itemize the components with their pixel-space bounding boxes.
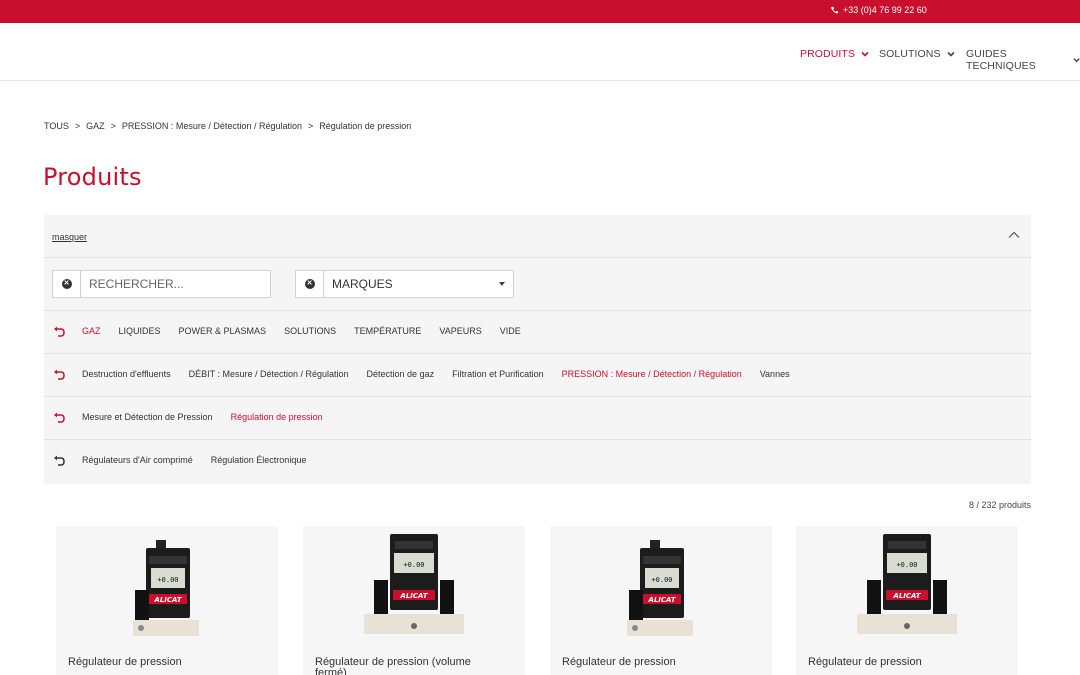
product-image: +0.00 ALICAT: [133, 540, 199, 636]
nav-solutions-label: SOLUTIONS: [879, 48, 941, 60]
undo-icon[interactable]: [53, 326, 66, 338]
clear-search-button[interactable]: ✕: [53, 271, 81, 297]
product-name[interactable]: Régulateur de pression (volume fermé): [315, 657, 505, 675]
breadcrumb-item[interactable]: TOUS: [44, 121, 69, 131]
nav-guides[interactable]: GUIDES TECHNIQUES: [966, 48, 1080, 72]
product-image: +0.00 ALICAT: [364, 534, 464, 634]
display-readout: +0.00: [651, 576, 672, 584]
product-name[interactable]: Régulateur de pression: [562, 657, 752, 668]
search-field: ✕ RECHERCHER...: [52, 270, 271, 298]
category-filter-item[interactable]: Régulateurs d'Air comprimé: [82, 455, 193, 465]
main-nav: PRODUITS SOLUTIONS GUIDES TECHNIQUES: [0, 23, 1080, 81]
category-filter-item[interactable]: Détection de gaz: [367, 369, 435, 379]
category-filter-item[interactable]: LIQUIDES: [119, 326, 161, 336]
clear-brands-button[interactable]: ✕: [296, 271, 324, 297]
undo-icon[interactable]: [53, 455, 66, 467]
search-input[interactable]: RECHERCHER...: [81, 277, 184, 291]
brands-select-value: MARQUES: [332, 277, 393, 291]
category-filter-item[interactable]: Vannes: [760, 369, 790, 379]
category-list: Mesure et Détection de Pression Régulatio…: [82, 412, 323, 422]
undo-icon[interactable]: [53, 369, 66, 381]
category-row-2: Destruction d'effluents DÉBIT : Mesure / …: [44, 354, 1031, 397]
nav-solutions[interactable]: SOLUTIONS: [879, 48, 955, 60]
category-filter-item[interactable]: VIDE: [500, 326, 521, 336]
phone-link[interactable]: +33 (0)4 76 99 22 60: [830, 5, 927, 15]
phone-icon: [830, 6, 839, 13]
category-filter-item[interactable]: TEMPÉRATURE: [354, 326, 421, 336]
results-count: 8 / 232 produits: [968, 500, 1031, 510]
product-name[interactable]: Régulateur de pression: [808, 657, 998, 668]
breadcrumb-separator: >: [307, 121, 314, 131]
filter-search-row: ✕ RECHERCHER... ✕ MARQUES: [44, 258, 1031, 311]
product-card[interactable]: +0.00 ALICAT Régulateur de pression (vol…: [303, 526, 525, 675]
display-readout: +0.00: [403, 561, 424, 569]
breadcrumb-current: Régulation de pression: [319, 121, 412, 131]
category-filter-item[interactable]: GAZ: [82, 326, 101, 336]
product-image: +0.00 ALICAT: [627, 540, 693, 636]
category-list: Destruction d'effluents DÉBIT : Mesure / …: [82, 369, 790, 379]
nav-guides-label: GUIDES TECHNIQUES: [966, 48, 1036, 72]
page-title: Produits: [43, 163, 142, 191]
brand-logo-text: ALICAT: [153, 596, 182, 604]
category-filter-item[interactable]: Régulation Électronique: [211, 455, 307, 465]
category-row-1: GAZ LIQUIDES POWER & PLASMAS SOLUTIONS TEMPÉ…: [44, 311, 1031, 354]
category-row-4: Régulateurs d'Air comprimé Régulation Éle…: [44, 440, 1031, 483]
hide-filters-link[interactable]: masquer: [52, 232, 87, 242]
product-card[interactable]: +0.00 ALICAT Régulateur de pression: [550, 526, 772, 675]
filter-header: masquer: [44, 215, 1031, 258]
breadcrumb: TOUS > GAZ > PRESSION : Mesure / Détecti…: [44, 121, 411, 131]
category-filter-item[interactable]: Filtration et Purification: [452, 369, 544, 379]
category-row-3: Mesure et Détection de Pression Régulatio…: [44, 397, 1031, 440]
clear-icon: ✕: [61, 279, 72, 289]
undo-icon[interactable]: [53, 412, 66, 424]
nav-produits[interactable]: PRODUITS: [800, 48, 869, 60]
chevron-down-icon: [947, 51, 955, 57]
product-image: +0.00 ALICAT: [857, 534, 957, 634]
breadcrumb-item[interactable]: PRESSION : Mesure / Détection / Régulati…: [122, 121, 302, 131]
category-filter-item[interactable]: SOLUTIONS: [284, 326, 336, 336]
breadcrumb-separator: >: [74, 121, 81, 131]
breadcrumb-separator: >: [110, 121, 116, 131]
category-filter-item[interactable]: Mesure et Détection de Pression: [82, 412, 213, 422]
filter-panel: masquer ✕ RECHERCHER... ✕ MARQUES GAZ LIQ…: [44, 215, 1031, 484]
dropdown-arrow-icon: [499, 282, 505, 286]
brand-logo-text: ALICAT: [399, 592, 428, 600]
display-readout: +0.00: [157, 576, 178, 584]
chevron-down-icon: [1073, 58, 1080, 63]
brand-logo-text: ALICAT: [892, 592, 921, 600]
category-list: GAZ LIQUIDES POWER & PLASMAS SOLUTIONS TEMPÉ…: [82, 326, 521, 336]
nav-produits-label: PRODUITS: [800, 48, 856, 60]
product-name[interactable]: Régulateur de pression: [68, 657, 258, 668]
display-readout: +0.00: [896, 561, 917, 569]
product-card[interactable]: +0.00 ALICAT Régulateur de pression: [796, 526, 1018, 675]
category-filter-item[interactable]: PRESSION : Mesure / Détection / Régulati…: [562, 369, 742, 379]
brand-logo-text: ALICAT: [647, 596, 676, 604]
category-filter-item[interactable]: Régulation de pression: [231, 412, 323, 422]
clear-icon: ✕: [304, 279, 315, 289]
chevron-down-icon: [861, 51, 869, 57]
top-bar: +33 (0)4 76 99 22 60: [0, 0, 1080, 23]
category-filter-item[interactable]: POWER & PLASMAS: [179, 326, 267, 336]
breadcrumb-item[interactable]: GAZ: [86, 121, 105, 131]
chevron-up-icon[interactable]: [1007, 228, 1021, 242]
category-filter-item[interactable]: Destruction d'effluents: [82, 369, 171, 379]
category-filter-item[interactable]: DÉBIT : Mesure / Détection / Régulation: [189, 369, 349, 379]
phone-number: +33 (0)4 76 99 22 60: [843, 5, 927, 15]
category-filter-item[interactable]: VAPEURS: [439, 326, 481, 336]
brands-select[interactable]: ✕ MARQUES: [295, 270, 514, 298]
category-list: Régulateurs d'Air comprimé Régulation Éle…: [82, 455, 306, 465]
product-card[interactable]: +0.00 ALICAT Régulateur de pression: [56, 526, 278, 675]
